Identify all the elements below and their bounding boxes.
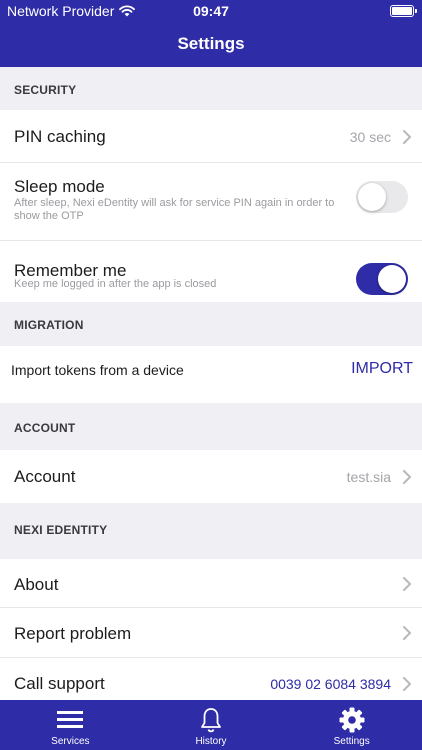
remember-me-toggle[interactable]: [356, 263, 408, 295]
sleep-mode-row: Sleep mode After sleep, Nexi eDentity wi…: [0, 163, 422, 241]
toggle-knob: [358, 183, 386, 211]
chevron-right-icon: [403, 577, 411, 591]
navigation-header: Network Provider 09:47 Settings: [0, 0, 422, 67]
bell-icon: [201, 708, 221, 733]
account-value: test.sia: [346, 469, 391, 485]
toggle-knob: [378, 265, 406, 293]
chevron-right-icon: [403, 130, 411, 144]
import-button[interactable]: IMPORT: [351, 360, 413, 378]
section-header-migration: MIGRATION: [14, 318, 84, 332]
tab-history[interactable]: History: [141, 700, 282, 750]
status-bar: Network Provider 09:47: [0, 0, 422, 22]
pin-caching-label: PIN caching: [14, 127, 106, 146]
chevron-right-icon: [403, 626, 411, 640]
gear-icon: [339, 707, 365, 733]
chevron-right-icon: [403, 677, 411, 691]
support-phone-number[interactable]: 0039 02 6084 3894: [270, 676, 391, 692]
tab-bar: Services History Settings: [0, 700, 422, 750]
chevron-right-icon: [403, 470, 411, 484]
page-title: Settings: [177, 34, 245, 53]
remember-me-row: Remember me Keep me logged in after the …: [0, 241, 422, 302]
battery-icon: [390, 5, 417, 17]
sleep-mode-label: Sleep mode: [14, 177, 105, 196]
tab-settings-label: Settings: [333, 736, 370, 747]
tab-services[interactable]: Services: [0, 700, 141, 750]
section-header-security: SECURITY: [14, 83, 77, 97]
remember-me-description: Keep me logged in after the app is close…: [14, 278, 217, 290]
about-row[interactable]: About: [0, 559, 422, 608]
account-label: Account: [14, 467, 76, 486]
status-time: 09:47: [193, 3, 229, 19]
section-header-account: ACCOUNT: [14, 421, 76, 435]
tab-settings[interactable]: Settings: [281, 700, 422, 750]
pin-caching-value: 30 sec: [349, 129, 391, 145]
tab-history-label: History: [195, 736, 227, 747]
section-header-nexi-edentity: NEXI EDENTITY: [14, 523, 108, 537]
pin-caching-row[interactable]: PIN caching 30 sec: [0, 110, 422, 163]
report-problem-label: Report problem: [14, 624, 132, 643]
import-tokens-row: Import tokens from a device IMPORT: [0, 346, 422, 403]
call-support-row[interactable]: Call support 0039 02 6084 3894: [0, 658, 422, 700]
account-row[interactable]: Account test.sia: [0, 450, 422, 503]
services-list-icon: [57, 711, 84, 728]
import-tokens-label: Import tokens from a device: [11, 362, 184, 378]
call-support-label: Call support: [14, 674, 105, 693]
about-label: About: [14, 575, 59, 594]
report-problem-row[interactable]: Report problem: [0, 608, 422, 658]
tab-services-label: Services: [51, 736, 90, 747]
sleep-mode-toggle[interactable]: [356, 181, 408, 213]
sleep-mode-description: After sleep, Nexi eDentity will ask for …: [14, 197, 335, 222]
